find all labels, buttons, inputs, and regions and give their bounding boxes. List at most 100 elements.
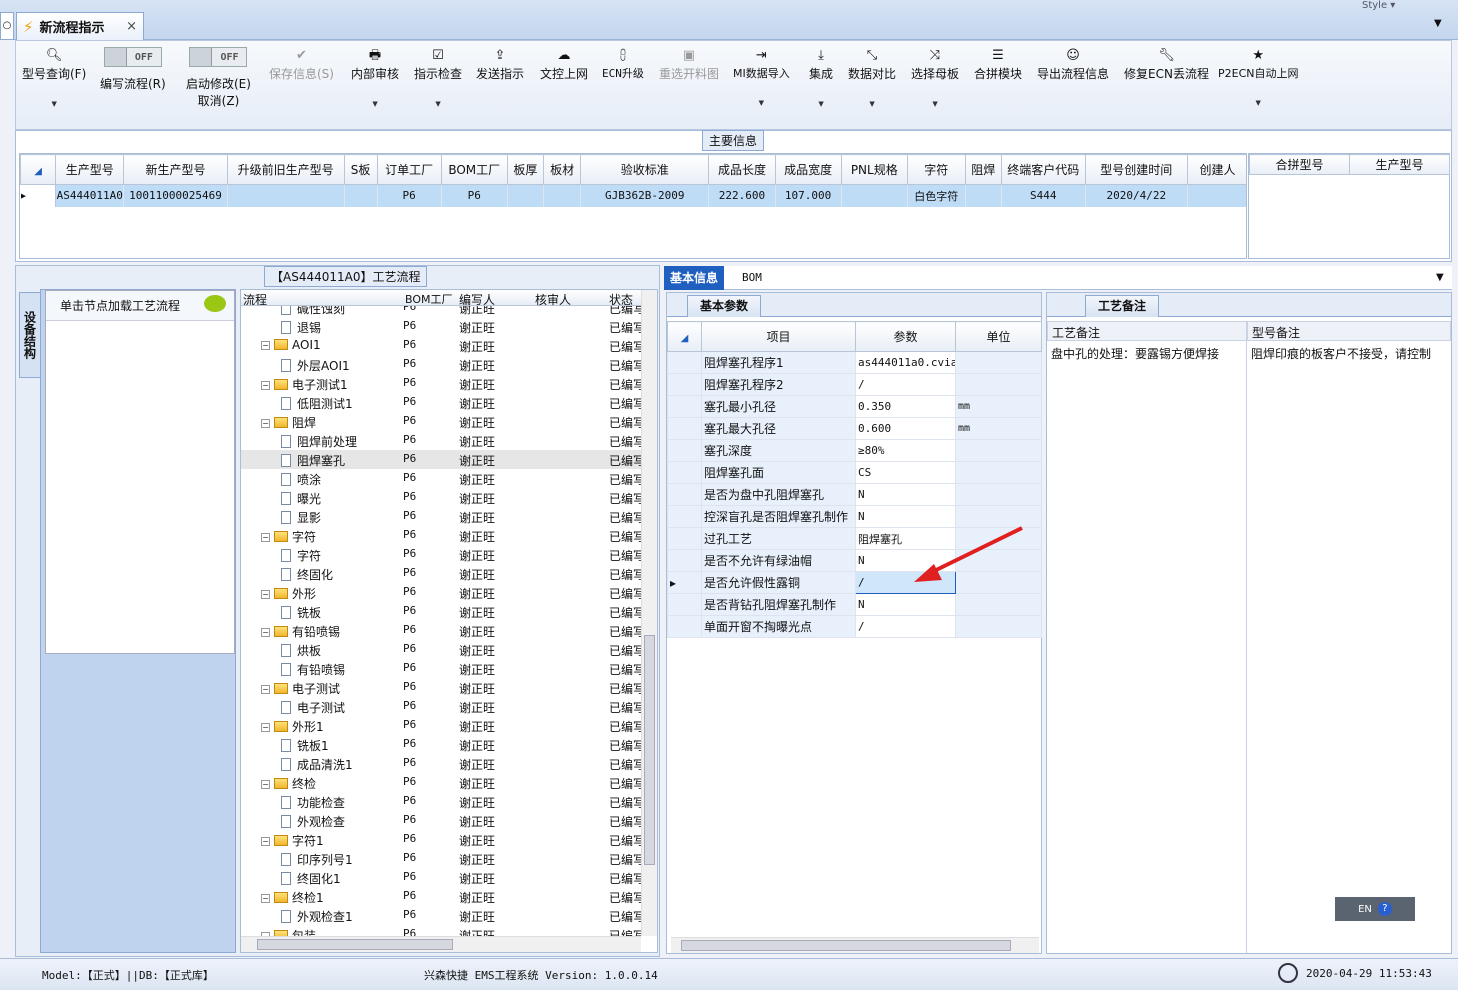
cell[interactable]: [1187, 184, 1246, 207]
tree-node[interactable]: 阻焊塞孔 P6 谢正旺 已编写: [241, 450, 641, 469]
table-row[interactable]: ▸ AS444011A0 10011000025469 P6 P6 GJB362B-200…: [20, 184, 1246, 207]
column-header[interactable]: 板材: [542, 154, 582, 185]
process-note-textarea[interactable]: 盘中孔的处理：要露锡方便焊接: [1047, 341, 1247, 953]
column-header[interactable]: 成品长度: [708, 154, 776, 185]
column-header[interactable]: 成品宽度: [774, 154, 842, 185]
p2ecn-button[interactable]: ★ P2ECN自动上网 ▼: [1218, 47, 1299, 107]
tree-node[interactable]: − 字符 P6 谢正旺 已编写: [241, 526, 641, 545]
cell[interactable]: 2020/4/22: [1085, 184, 1188, 207]
tab-equipment-structure[interactable]: 设备结构: [19, 292, 41, 378]
chevron-down-icon[interactable]: ▼: [1436, 272, 1444, 283]
column-header[interactable]: S板: [343, 154, 378, 185]
tree-node[interactable]: 终固化1 P6 谢正旺 已编写: [241, 868, 641, 887]
select-master-button[interactable]: ⤨ 选择母板 ▼: [911, 47, 959, 108]
column-header[interactable]: 阻焊: [964, 154, 1002, 185]
export-flow-button[interactable]: ☺ 导出流程信息: [1037, 47, 1109, 82]
internal-review-button[interactable]: 🖶 内部审核 ▼: [351, 47, 399, 108]
column-header[interactable]: 型号创建时间: [1084, 154, 1188, 185]
cell[interactable]: [543, 184, 582, 207]
param-row[interactable]: 阻焊塞孔程序2/: [667, 373, 1042, 396]
tree-node[interactable]: − 终检1 P6 谢正旺 已编写: [241, 887, 641, 906]
cell[interactable]: 10011000025469: [123, 184, 228, 207]
param-row[interactable]: 塞孔最小孔径 0.350 mm: [667, 395, 1042, 418]
tree-hscroll[interactable]: [241, 936, 641, 952]
column-header[interactable]: 新生产型号: [123, 154, 228, 185]
tree-node[interactable]: − 终检 P6 谢正旺 已编写: [241, 773, 641, 792]
cell[interactable]: 白色字符: [907, 184, 966, 207]
column-header[interactable]: 订单工厂: [376, 154, 442, 185]
column-header[interactable]: 创建人: [1186, 154, 1246, 185]
param-row[interactable]: 是否为盘中孔阻焊塞孔 N: [667, 483, 1042, 506]
tree-node[interactable]: 功能检查 P6 谢正旺 已编写: [241, 792, 641, 811]
mi-import-button[interactable]: ⇥ MI数据导入 ▼: [733, 47, 790, 107]
close-icon[interactable]: ×: [126, 19, 137, 34]
indicator-check-button[interactable]: ☑ 指示检查 ▼: [414, 47, 462, 108]
column-header[interactable]: 验收标准: [580, 154, 710, 185]
cell[interactable]: P6: [377, 184, 442, 207]
cell[interactable]: 107.000: [775, 184, 842, 207]
param-row[interactable]: 塞孔深度 ≥80%: [667, 439, 1042, 462]
tree-node[interactable]: 外观检查1 P6 谢正旺 已编写: [241, 906, 641, 925]
cell[interactable]: [227, 184, 345, 207]
tree-node[interactable]: 字符 P6 谢正旺 已编写: [241, 545, 641, 564]
param-row[interactable]: 阻焊塞孔面 CS: [667, 461, 1042, 484]
side-tab-stub[interactable]: ○: [0, 12, 14, 40]
tree-node[interactable]: − 电子测试 P6 谢正旺 已编写: [241, 678, 641, 697]
tree-node[interactable]: −包装 P6 谢正旺 已编写: [241, 925, 641, 936]
param-row[interactable]: 单面开窗不掏曝光点 /: [667, 615, 1042, 638]
style-menu[interactable]: Style ▾: [1362, 0, 1395, 11]
cell[interactable]: GJB362B-2009: [580, 184, 710, 207]
combine-grid[interactable]: 合拼型号 生产型号: [1248, 153, 1450, 259]
params-hscroll[interactable]: [671, 937, 1039, 953]
save-button[interactable]: ✔ 保存信息(S): [269, 47, 334, 82]
column-header[interactable]: 升级前旧生产型号: [226, 154, 345, 185]
cell[interactable]: [344, 184, 378, 207]
tree-vscroll[interactable]: [641, 290, 657, 936]
tree-node[interactable]: 曝光 P6 谢正旺 已编写: [241, 488, 641, 507]
search-button[interactable]: 🔍︎ 型号查询(F) ▼: [22, 47, 86, 108]
send-button[interactable]: ⇪ 发送指示: [476, 47, 524, 82]
tree-node[interactable]: 阻焊前处理 P6 谢正旺 已编写: [241, 431, 641, 450]
edit-flow-toggle[interactable]: OFF 编写流程(R): [100, 47, 166, 92]
column-header[interactable]: 生产型号: [55, 154, 125, 185]
param-row[interactable]: 是否背钻孔阻焊塞孔制作 N: [667, 593, 1042, 616]
tree-node[interactable]: 有铅喷锡 P6 谢正旺 已编写: [241, 659, 641, 678]
tree-node[interactable]: 外观检查 P6 谢正旺 已编写: [241, 811, 641, 830]
tree-node[interactable]: 成品清洗1 P6 谢正旺 已编写: [241, 754, 641, 773]
tree-node[interactable]: − 外形1 P6 谢正旺 已编写: [241, 716, 641, 735]
tree-node[interactable]: 碱性蚀刻 P6 谢正旺 已编写: [241, 306, 641, 317]
params-grid[interactable]: ◢ 项目 参数 单位 阻焊塞孔程序1 as444011a0.cvia 阻焊塞孔程序2/塞孔…: [667, 321, 1042, 638]
tree-node[interactable]: 显影 P6 谢正旺 已编写: [241, 507, 641, 526]
tab-basic-info[interactable]: 基本信息: [664, 266, 725, 290]
doc-upload-button[interactable]: ☁ 文控上网: [540, 47, 588, 82]
tree-node[interactable]: − AOI1 P6 谢正旺 已编写: [241, 336, 641, 355]
tree-node[interactable]: 终固化 P6 谢正旺 已编写: [241, 564, 641, 583]
param-row[interactable]: 阻焊塞孔程序1 as444011a0.cvia: [667, 351, 1042, 374]
tree-node[interactable]: 铣板 P6 谢正旺 已编写: [241, 602, 641, 621]
cell[interactable]: [841, 184, 908, 207]
column-header[interactable]: PNL规格: [840, 154, 908, 185]
cell[interactable]: [507, 184, 545, 207]
model-note-textarea[interactable]: 阻焊印痕的板客户不接受，请控制: [1247, 341, 1451, 953]
combine-module-button[interactable]: ☰ 合拼模块: [974, 47, 1022, 82]
tree-node[interactable]: 铣板1 P6 谢正旺 已编写: [241, 735, 641, 754]
tree-node[interactable]: 烘板 P6 谢正旺 已编写: [241, 640, 641, 659]
tree-node[interactable]: 印序列号1 P6 谢正旺 已编写: [241, 849, 641, 868]
tree-node[interactable]: 退锡 P6 谢正旺 已编写: [241, 317, 641, 336]
enable-edit-toggle[interactable]: OFF 启动修改(E) 取消(Z): [186, 47, 251, 109]
tab-process-notes[interactable]: 工艺备注: [1085, 295, 1160, 317]
tab-bom[interactable]: BOM: [736, 266, 768, 290]
column-header[interactable]: 终端客户代码: [1000, 154, 1086, 185]
tree-node[interactable]: − 阻焊 P6 谢正旺 已编写: [241, 412, 641, 431]
tree-node[interactable]: − 有铅喷锡 P6 谢正旺 已编写: [241, 621, 641, 640]
ime-indicator[interactable]: EN?: [1335, 897, 1415, 921]
tab-menu-chevron-icon[interactable]: ▼: [1434, 18, 1442, 29]
ecn-upgrade-button[interactable]: ⩉ ECN升级: [602, 47, 644, 81]
integrate-button[interactable]: ⤓ 集成 ▼: [809, 47, 833, 108]
process-tree[interactable]: 流程 BOM工厂 编写人 核审人 状态 碱性蚀刻 P6 谢正旺 已编写 退锡 P6…: [240, 289, 658, 953]
tab-basic-params[interactable]: 基本参数: [687, 295, 762, 317]
compare-button[interactable]: ⤡ 数据对比 ▼: [848, 47, 896, 108]
param-row[interactable]: 塞孔最大孔径 0.600 mm: [667, 417, 1042, 440]
tree-node[interactable]: 外层AOI1 P6 谢正旺 已编写: [241, 355, 641, 374]
column-header[interactable]: 板厚: [506, 154, 545, 185]
